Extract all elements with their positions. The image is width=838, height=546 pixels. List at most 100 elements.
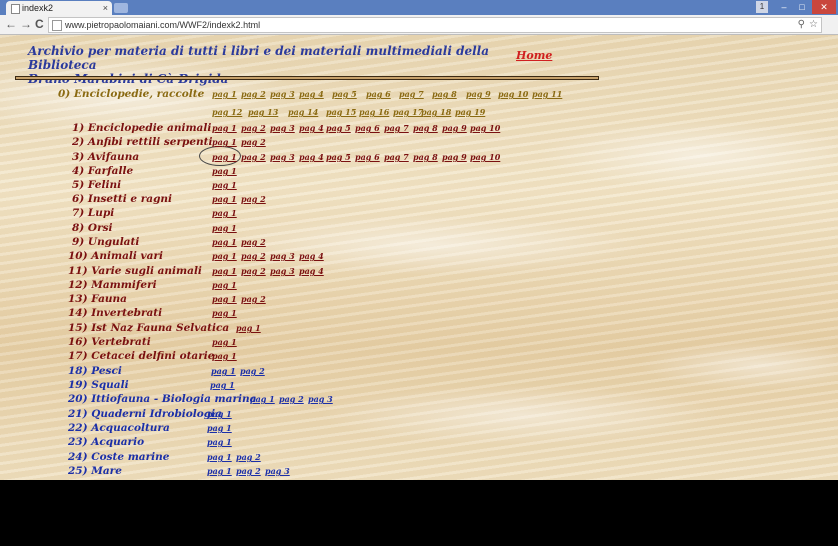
page-link[interactable]: pag 1 [212, 89, 237, 99]
page-link[interactable]: pag 3 [270, 89, 295, 99]
page-link[interactable]: pag 1 [250, 394, 275, 404]
url-text[interactable]: www.pietropaolomaiani.com/WWF2/indexk2.h… [65, 18, 260, 32]
page-link[interactable]: pag 2 [241, 123, 266, 133]
page-link[interactable]: pag 1 [212, 152, 237, 162]
page-link[interactable]: pag 10 [470, 152, 500, 162]
tab-strip: indexk2 × 1 – □ ✕ [0, 0, 838, 15]
category-label: 6) Insetti e ragni [72, 193, 173, 205]
page-link[interactable]: pag 1 [212, 351, 237, 361]
tab-indexk2[interactable]: indexk2 × [6, 1, 112, 15]
page-link[interactable]: pag 3 [308, 394, 333, 404]
zoom-icon[interactable]: ⚲ [798, 18, 805, 32]
page-link[interactable]: pag 2 [236, 452, 261, 462]
page-link[interactable]: pag 13 [248, 107, 278, 117]
new-tab-button[interactable] [114, 3, 128, 13]
page-link[interactable]: pag 9 [442, 123, 467, 133]
page-link[interactable]: pag 1 [212, 208, 237, 218]
maximize-button[interactable]: □ [794, 0, 810, 14]
home-link[interactable]: Home [516, 49, 552, 62]
page-link[interactable]: pag 1 [212, 266, 237, 276]
page-link[interactable]: pag 1 [207, 452, 232, 462]
page-link[interactable]: pag 6 [366, 89, 391, 99]
page-link[interactable]: pag 10 [498, 89, 528, 99]
page-link[interactable]: pag 5 [326, 152, 351, 162]
address-bar[interactable]: www.pietropaolomaiani.com/WWF2/indexk2.h… [48, 17, 822, 33]
page-link[interactable]: pag 1 [207, 423, 232, 433]
page-link[interactable]: pag 2 [241, 89, 266, 99]
page-link[interactable]: pag 2 [241, 251, 266, 261]
page-link[interactable]: pag 2 [241, 152, 266, 162]
page-link[interactable]: pag 2 [241, 266, 266, 276]
page-link[interactable]: pag 6 [355, 152, 380, 162]
page-link[interactable]: pag 4 [299, 251, 324, 261]
page-link[interactable]: pag 3 [270, 123, 295, 133]
category-label: 14) Invertebrati [68, 307, 163, 319]
category-label: 23) Acquario [68, 436, 145, 448]
page-link[interactable]: pag 7 [384, 152, 409, 162]
page-link[interactable]: pag 1 [212, 294, 237, 304]
page-link[interactable]: pag 2 [236, 466, 261, 476]
page-link[interactable]: pag 5 [326, 123, 351, 133]
page-link[interactable]: pag 2 [240, 366, 265, 376]
page-link[interactable]: pag 1 [212, 337, 237, 347]
page-link[interactable]: pag 1 [212, 251, 237, 261]
category-label: 17) Cetacei delfini otarie [68, 350, 215, 362]
page-link[interactable]: pag 10 [470, 123, 500, 133]
page-link[interactable]: pag 7 [399, 89, 424, 99]
bookmark-star-icon[interactable]: ☆ [809, 18, 818, 32]
page-link[interactable]: pag 14 [288, 107, 318, 117]
page-link[interactable]: pag 19 [455, 107, 485, 117]
page-link[interactable]: pag 2 [241, 294, 266, 304]
page-link[interactable]: pag 4 [299, 123, 324, 133]
close-tab-icon[interactable]: × [103, 1, 108, 15]
page-link[interactable]: pag 7 [384, 123, 409, 133]
page-link[interactable]: pag 17 [393, 107, 423, 117]
page-link[interactable]: pag 1 [212, 123, 237, 133]
page-link[interactable]: pag 1 [212, 280, 237, 290]
page-link[interactable]: pag 1 [207, 409, 232, 419]
page-link[interactable]: pag 15 [326, 107, 356, 117]
page-link[interactable]: pag 1 [212, 308, 237, 318]
page-link[interactable]: pag 1 [207, 437, 232, 447]
minimize-button[interactable]: – [776, 0, 792, 14]
page-link[interactable]: pag 12 [212, 107, 242, 117]
page-link[interactable]: pag 1 [212, 194, 237, 204]
page-link[interactable]: pag 1 [211, 366, 236, 376]
page-link[interactable]: pag 3 [270, 251, 295, 261]
page-link[interactable]: pag 5 [332, 89, 357, 99]
forward-arrow-icon[interactable]: → [20, 17, 32, 31]
page-link[interactable]: pag 18 [421, 107, 451, 117]
category-label: 2) Anfibi rettili serpenti [72, 136, 213, 148]
page-link[interactable]: pag 8 [413, 123, 438, 133]
back-arrow-icon[interactable]: ← [5, 17, 17, 31]
page-link[interactable]: pag 1 [212, 137, 237, 147]
close-window-button[interactable]: ✕ [812, 0, 836, 14]
page-link[interactable]: pag 8 [413, 152, 438, 162]
page-link[interactable]: pag 4 [299, 266, 324, 276]
page-link[interactable]: pag 16 [359, 107, 389, 117]
page-link[interactable]: pag 2 [279, 394, 304, 404]
page-link[interactable]: pag 9 [442, 152, 467, 162]
page-link[interactable]: pag 1 [212, 166, 237, 176]
page-link[interactable]: pag 6 [355, 123, 380, 133]
page-link[interactable]: pag 2 [241, 237, 266, 247]
page-link[interactable]: pag 1 [212, 223, 237, 233]
page-link[interactable]: pag 4 [299, 152, 324, 162]
page-link[interactable]: pag 1 [212, 237, 237, 247]
page-link[interactable]: pag 3 [270, 266, 295, 276]
page-link[interactable]: pag 3 [265, 466, 290, 476]
page-link[interactable]: pag 11 [532, 89, 562, 99]
page-link[interactable]: pag 1 [207, 466, 232, 476]
reload-icon[interactable]: C [35, 17, 44, 31]
page-link[interactable]: pag 1 [236, 323, 261, 333]
page-link[interactable]: pag 4 [299, 89, 324, 99]
page-link[interactable]: pag 8 [432, 89, 457, 99]
user-icon[interactable]: 1 [756, 1, 768, 13]
page-link[interactable]: pag 3 [270, 152, 295, 162]
page-link[interactable]: pag 1 [210, 380, 235, 390]
page-link[interactable]: pag 2 [241, 194, 266, 204]
page-link[interactable]: pag 1 [212, 180, 237, 190]
page-link[interactable]: pag 9 [466, 89, 491, 99]
category-label: 4) Farfalle [72, 165, 134, 177]
page-link[interactable]: pag 2 [241, 137, 266, 147]
